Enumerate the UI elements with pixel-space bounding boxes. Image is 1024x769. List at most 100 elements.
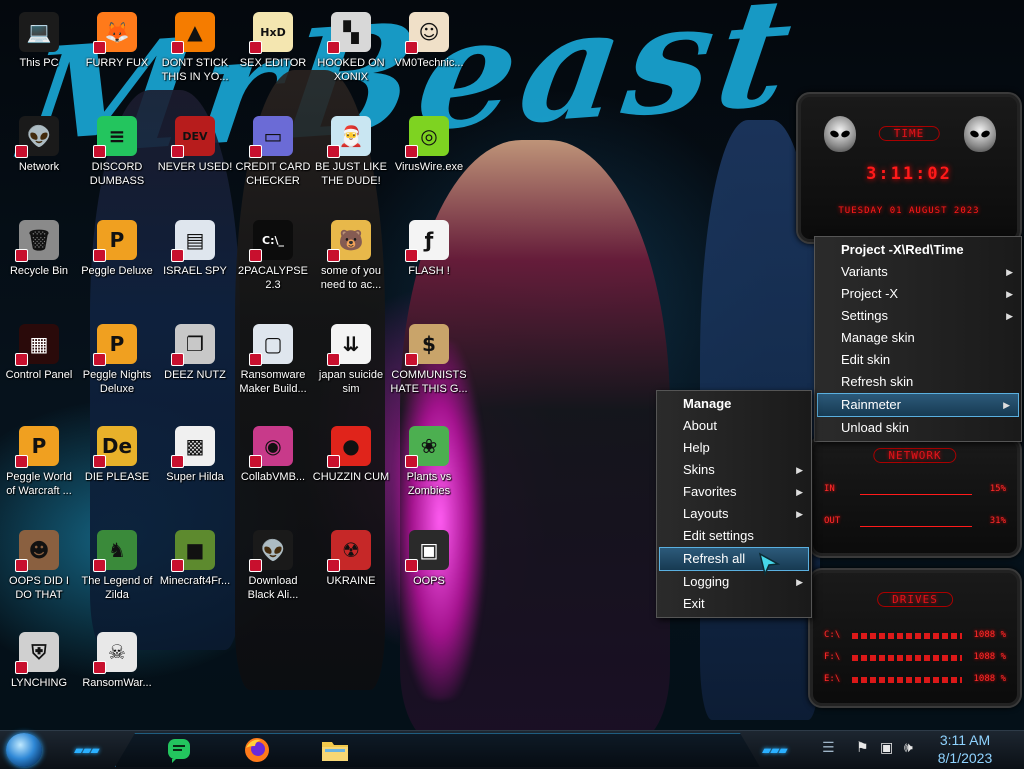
desktop-icon[interactable]: 💻 This PC (0, 6, 78, 102)
skin-menu-item-label: Project -X\Red\Time (841, 242, 964, 257)
desktop-icon[interactable]: ❐ DEEZ NUTZ (156, 318, 234, 414)
desktop-icon-label: CollabVMB... (240, 471, 306, 483)
desktop-icon[interactable]: 🗑 Recycle Bin (0, 214, 78, 310)
desktop-icon[interactable]: ☺ VM0Technic... (390, 6, 468, 102)
flag-icon[interactable]: ⚑ (856, 740, 869, 756)
desktop-icon[interactable]: ☻ OOPS DID I DO THAT (0, 524, 78, 620)
skin-menu-item[interactable]: Edit skin (815, 349, 1021, 371)
computer-icon: 💻 (19, 12, 59, 52)
desktop-icon[interactable]: ◉ CollabVMB... (234, 420, 312, 516)
radiation-icon: ☢ (327, 530, 371, 572)
submenu-arrow-icon: ▶ (1006, 289, 1013, 299)
desktop-icon[interactable]: ▩ Super Hilda (156, 420, 234, 516)
desktop-icon[interactable]: ◎ VirusWire.exe (390, 110, 468, 206)
desktop-icon[interactable]: ❀ Plants vs Zombies (390, 420, 468, 516)
chuzzle-icon: ● (327, 426, 371, 468)
alien-network-icon: 👽 (15, 116, 59, 158)
desktop-icon[interactable]: P Peggle Nights Deluxe (78, 318, 156, 414)
rainmeter-menu-item[interactable]: Layouts ▶ (657, 503, 811, 525)
desktop-icon-label: Minecraft4Fr... (159, 575, 231, 587)
rainmeter-menu-item[interactable]: Edit settings (657, 525, 811, 547)
desktop-icon[interactable]: P Peggle World of Warcraft ... (0, 420, 78, 516)
portrait-icon: ☻ (15, 530, 59, 572)
desktop-icon[interactable]: C:\_ 2PACALYPSE 2.3 (234, 214, 312, 310)
desktop-icon[interactable]: 👽 Download Black Ali... (234, 524, 312, 620)
desktop-icon[interactable]: ≡ DISCORD DUMBASS (78, 110, 156, 206)
desktop-icon[interactable]: ▤ ISRAEL SPY (156, 214, 234, 310)
desktop-icon-label: BE JUST LIKE THE DUDE! (315, 161, 387, 187)
skin-menu-item[interactable]: Variants ▶ (815, 261, 1021, 283)
time-skin[interactable]: TIME 3:11:02 TUESDAY 01 AUGUST 2023 (796, 92, 1022, 244)
rainmeter-menu-item[interactable]: Skins ▶ (657, 459, 811, 481)
desktop-icon[interactable]: ▦ Control Panel (0, 318, 78, 414)
taskbar-file-explorer[interactable] (320, 735, 350, 765)
desktop-icon[interactable]: ⛨ LYNCHING (0, 626, 78, 722)
alien-left-icon (824, 116, 856, 152)
skin-menu-item-label: Edit skin (841, 352, 891, 367)
taskbar-firefox[interactable] (242, 735, 272, 765)
desktop-icon[interactable]: ▣ OOPS (390, 524, 468, 620)
rainmeter-menu-item[interactable]: Manage (657, 393, 811, 415)
desktop-icon[interactable]: ▭ CREDIT CARD CHECKER (234, 110, 312, 206)
desktop-icon[interactable]: 🦊 FURRY FUX (78, 6, 156, 102)
desktop-icon[interactable]: ♞ The Legend of Zilda (78, 524, 156, 620)
shortcut-arrow-icon (93, 41, 106, 54)
xonix-game-icon: ▚ (327, 12, 371, 54)
shortcut-arrow-icon (171, 353, 184, 366)
taskbar-chat-app[interactable] (164, 735, 194, 765)
desktop-icon[interactable]: $ COMMUNISTS HATE THIS G... (390, 318, 468, 414)
skin-menu-item[interactable]: Unload skin (815, 417, 1021, 439)
skin-menu-item[interactable]: Settings ▶ (815, 305, 1021, 327)
shortcut-arrow-icon (249, 41, 262, 54)
clock-time: 3:11 AM (939, 732, 991, 748)
shortcut-arrow-icon (15, 353, 28, 366)
desktop-icon[interactable]: De DIE PLEASE (78, 420, 156, 516)
desktop-icon[interactable]: 🎅 BE JUST LIKE THE DUDE! (312, 110, 390, 206)
network-icon[interactable]: ▣ (880, 740, 893, 756)
drives-skin[interactable]: DRIVES C:\ 1088 % F:\ 1088 % E:\ 1088 % (808, 568, 1022, 708)
rainmeter-menu-item[interactable]: About (657, 415, 811, 437)
desktop-icon[interactable]: 👽 Network (0, 110, 78, 206)
rainmeter-menu-item-label: Manage (683, 396, 732, 411)
rainmeter-menu-item[interactable]: Refresh all (659, 547, 809, 571)
drive-e-bar (852, 677, 962, 683)
show-hidden-icons-icon[interactable]: ☰ (822, 740, 835, 756)
network-skin[interactable]: NETWORK IN 15% OUT 31% (808, 436, 1022, 558)
skin-menu-item[interactable]: Rainmeter ▶ (817, 393, 1019, 417)
desktop-icon[interactable]: ☢ UKRAINE (312, 524, 390, 620)
desktop-icon[interactable]: ● CHUZZIN CUM (312, 420, 390, 516)
skin-menu-item[interactable]: Project -X\Red\Time (815, 239, 1021, 261)
desktop-icon[interactable]: P Peggle Deluxe (78, 214, 156, 310)
desktop-icon[interactable]: ⇊ japan suicide sim (312, 318, 390, 414)
taskbar-clock[interactable]: 3:11 AM 8/1/2023 (930, 731, 1000, 767)
start-button[interactable] (6, 733, 42, 767)
dreamweaver-icon: De (93, 426, 137, 468)
desktop-icon[interactable]: 🐻 some of you need to ac... (312, 214, 390, 310)
desktop-icon[interactable]: DEV NEVER USED! (156, 110, 234, 206)
skin-menu-item[interactable]: Project -X ▶ (815, 283, 1021, 305)
desktop-icon[interactable]: ▢ Ransomware Maker Build... (234, 318, 312, 414)
desktop-icon[interactable]: ☠ RansomWar... (78, 626, 156, 722)
shortcut-arrow-icon (249, 353, 262, 366)
shortcut-arrow-icon (405, 145, 418, 158)
desktop-icon[interactable]: ▚ HOOKED ON XONIX (312, 6, 390, 102)
skin-menu-item[interactable]: Manage skin (815, 327, 1021, 349)
shortcut-arrow-icon (93, 353, 106, 366)
rainmeter-menu-item[interactable]: Help (657, 437, 811, 459)
desktop-icon[interactable]: HxD SEX EDITOR (234, 6, 312, 102)
desktop-icon-label: UKRAINE (326, 575, 376, 587)
shortcut-arrow-icon (171, 559, 184, 572)
desktop-icon[interactable]: ▲ DONT STICK THIS IN YO... (156, 6, 234, 102)
rainmeter-menu-item[interactable]: Exit (657, 593, 811, 615)
vlc-cone-icon: ▲ (171, 12, 215, 54)
desktop-icon[interactable]: ■ Minecraft4Fr... (156, 524, 234, 620)
desktop-icon[interactable]: ƒ FLASH ! (390, 214, 468, 310)
rainmeter-menu-item[interactable]: Favorites ▶ (657, 481, 811, 503)
alien-network-icon: 👽 (249, 530, 293, 572)
volume-icon[interactable]: 🕪 (904, 740, 913, 756)
network-out-label: OUT (824, 516, 841, 526)
drive-f-label: F:\ (824, 652, 841, 662)
skin-menu-item[interactable]: Refresh skin (815, 371, 1021, 393)
dev-cpp-icon: DEV (171, 116, 215, 158)
rainmeter-menu-item[interactable]: Logging ▶ (657, 571, 811, 593)
